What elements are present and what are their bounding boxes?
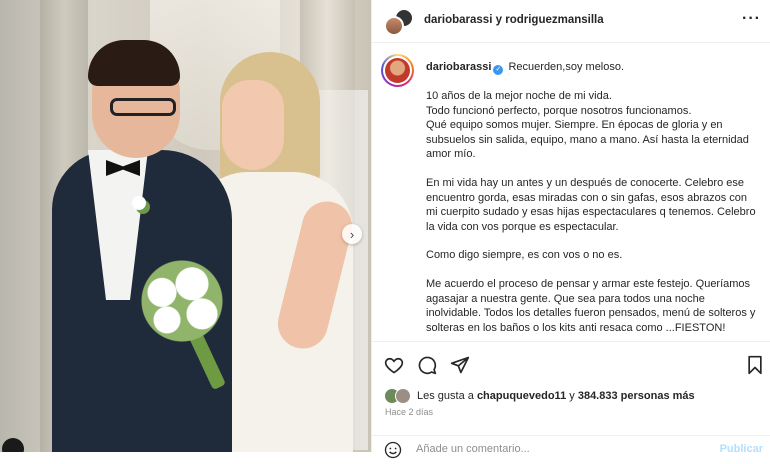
publish-button[interactable]: Publicar — [720, 443, 763, 455]
likes-count[interactable]: 384.833 personas más — [578, 390, 695, 402]
caption-paragraph: Me acuerdo el proceso de pensar y armar … — [426, 277, 756, 334]
post-photo[interactable]: › — [0, 0, 371, 452]
likes-summary[interactable]: Les gusta a chapuquevedo11 y 384.833 per… — [384, 388, 764, 406]
bride-face — [222, 80, 284, 170]
post-header: dariobarassi y rodriguezmansilla ··· — [372, 0, 770, 43]
emoji-icon[interactable] — [384, 441, 402, 459]
collab-avatars[interactable] — [384, 8, 414, 36]
liker-username[interactable]: chapuquevedo11 — [477, 390, 566, 402]
bouquet — [132, 258, 232, 344]
author-link[interactable]: dariobarassi — [424, 14, 492, 26]
comment-input[interactable]: Añade un comentario... — [416, 443, 530, 455]
post-authors: dariobarassi y rodriguezmansilla — [424, 14, 604, 26]
glasses — [110, 98, 176, 116]
caption-area[interactable]: dariobarassi ✓ Recuerden,soy meloso. 10 a… — [372, 42, 770, 340]
boutonniere — [132, 196, 146, 210]
chevron-right-icon[interactable]: › — [342, 224, 362, 244]
heart-icon[interactable] — [383, 354, 405, 376]
caption-username[interactable]: dariobarassi — [426, 61, 491, 73]
caption-headline: Recuerden,soy meloso. — [508, 61, 625, 73]
share-icon[interactable] — [449, 354, 471, 376]
caption-paragraph: Como digo siempre, es con vos o no es. — [426, 249, 623, 262]
caption-paragraph: En mi vida hay un antes y un después de … — [426, 176, 756, 233]
comment-box: Añade un comentario... Publicar — [372, 435, 770, 459]
author-link[interactable]: rodriguezmansilla — [505, 14, 603, 26]
post-panel: dariobarassi y rodriguezmansilla ··· dar… — [371, 0, 770, 459]
post-timestamp[interactable]: Hace 2 días — [385, 407, 433, 417]
comment-icon[interactable] — [416, 354, 438, 376]
caption-paragraph: 10 años de la mejor noche de mi vida. To… — [426, 90, 749, 161]
post-caption: dariobarassi ✓ Recuerden,soy meloso. 10 a… — [426, 60, 758, 335]
story-avatar[interactable] — [381, 54, 414, 87]
likes-prefix: Les gusta a — [417, 390, 474, 402]
more-horizontal-icon[interactable]: ··· — [742, 10, 761, 28]
post-actions: Les gusta a chapuquevedo11 y 384.833 per… — [372, 341, 770, 459]
bookmark-icon[interactable] — [744, 354, 766, 376]
avatar[interactable] — [384, 16, 404, 36]
avatar — [395, 388, 411, 404]
likes-joiner: y — [569, 390, 575, 402]
avatar — [385, 58, 410, 83]
verified-badge-icon: ✓ — [493, 65, 504, 75]
user-tag-icon[interactable] — [2, 438, 24, 452]
